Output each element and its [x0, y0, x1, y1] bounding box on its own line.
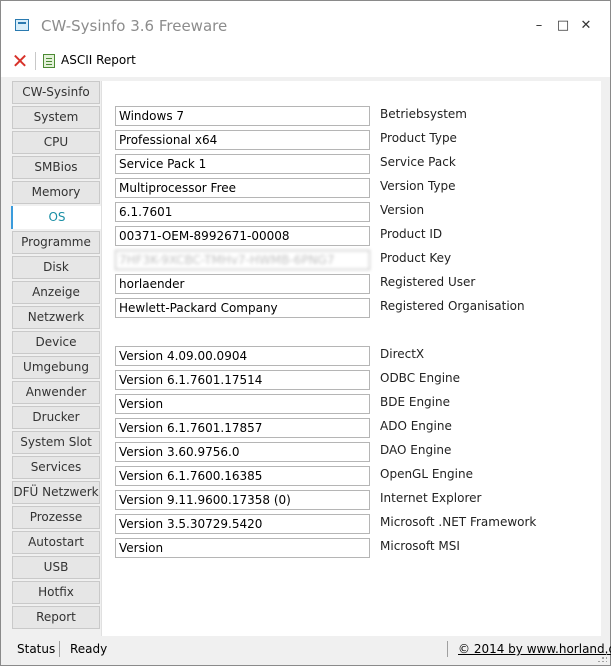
value-field[interactable]: horlaender [115, 274, 370, 294]
app-icon [15, 19, 29, 31]
tab-report[interactable]: Report [12, 606, 100, 629]
status-bar: Status Ready © 2014 by www.horland.de [1, 636, 611, 665]
info-row: 00371-OEM-8992671-00008 Product ID [115, 226, 595, 246]
info-row: 7HF3K-9XCBC-TMHv7-HWMB-6PNG7 Product Key [115, 250, 595, 270]
value-field[interactable]: Multiprocessor Free [115, 178, 370, 198]
value-field[interactable]: Service Pack 1 [115, 154, 370, 174]
info-row: Service Pack 1 Service Pack [115, 154, 595, 174]
value-field[interactable]: 6.1.7601 [115, 202, 370, 222]
info-row: Version Microsoft MSI [115, 538, 595, 558]
field-label: OpenGL Engine [380, 467, 473, 481]
value-field[interactable]: Version 6.1.7600.16385 [115, 466, 370, 486]
info-row: Version 3.5.30729.5420 Microsoft .NET Fra… [115, 514, 595, 534]
close-report-icon[interactable]: ✕ [10, 51, 30, 71]
field-label: DirectX [380, 347, 425, 361]
info-row: Professional x64 Product Type [115, 130, 595, 150]
field-label: Microsoft MSI [380, 539, 460, 553]
field-label: BDE Engine [380, 395, 450, 409]
info-row: horlaender Registered User [115, 274, 595, 294]
tab-os[interactable]: OS [11, 206, 102, 229]
field-label: Product Type [380, 131, 457, 145]
tab-memory[interactable]: Memory [12, 181, 100, 204]
info-row: Windows 7 Betriebsystem [115, 106, 595, 126]
tab-disk[interactable]: Disk [12, 256, 100, 279]
field-label: Betriebsystem [380, 107, 467, 121]
info-row: Version 6.1.7600.16385 OpenGL Engine [115, 466, 595, 486]
tab-system[interactable]: System [12, 106, 100, 129]
tab-services[interactable]: Services [12, 456, 100, 479]
tab-anwender[interactable]: Anwender [12, 381, 100, 404]
value-field[interactable]: 7HF3K-9XCBC-TMHv7-HWMB-6PNG7 [115, 250, 370, 270]
tab-prozesse[interactable]: Prozesse [12, 506, 100, 529]
value-field[interactable]: Version 6.1.7601.17857 [115, 418, 370, 438]
info-row: Version 6.1.7601.17857 ADO Engine [115, 418, 595, 438]
field-label: Product Key [380, 251, 452, 265]
category-tabs: CW-Sysinfo System CPU SMBios Memory OS Program… [11, 81, 102, 631]
title-bar[interactable]: CW-Sysinfo 3.6 Freeware – □ ✕ [1, 1, 610, 46]
field-label: DAO Engine [380, 443, 452, 457]
window-title: CW-Sysinfo 3.6 Freeware [41, 17, 228, 35]
tab-hotfix[interactable]: Hotfix [12, 581, 100, 604]
tab-smbios[interactable]: SMBios [12, 156, 100, 179]
report-icon [43, 54, 55, 68]
value-field[interactable]: Windows 7 [115, 106, 370, 126]
status-separator [447, 641, 448, 657]
os-info-panel: Windows 7 Betriebsystem Professional x64 Pr… [101, 81, 601, 636]
field-label: Internet Explorer [380, 491, 482, 505]
field-label: Microsoft .NET Framework [380, 515, 537, 529]
tab-usb[interactable]: USB [12, 556, 100, 579]
value-field[interactable]: Professional x64 [115, 130, 370, 150]
value-field[interactable]: Version [115, 538, 370, 558]
value-field[interactable]: Version 6.1.7601.17514 [115, 370, 370, 390]
status-label: Status [17, 642, 56, 656]
info-row: Version 3.60.9756.0 DAO Engine [115, 442, 595, 462]
value-field[interactable]: Hewlett-Packard Company [115, 298, 370, 318]
value-field[interactable]: Version 9.11.9600.17358 (0) [115, 490, 370, 510]
field-label: ADO Engine [380, 419, 452, 433]
status-value: Ready [70, 642, 108, 656]
value-field[interactable]: Version 4.09.00.0904 [115, 346, 370, 366]
app-window: CW-Sysinfo 3.6 Freeware – □ ✕ ✕ ASCII Re… [0, 0, 611, 666]
tab-df-netzwerk[interactable]: DFÜ Netzwerk [12, 481, 100, 504]
status-separator [59, 641, 60, 657]
info-row: Version 6.1.7601.17514 ODBC Engine [115, 370, 595, 390]
value-field[interactable]: Version 3.5.30729.5420 [115, 514, 370, 534]
tab-cpu[interactable]: CPU [12, 131, 100, 154]
info-row: Version 4.09.00.0904 DirectX [115, 346, 595, 366]
field-label: Service Pack [380, 155, 456, 169]
tab-system-slot[interactable]: System Slot [12, 431, 100, 454]
field-label: Version [380, 203, 425, 217]
tab-drucker[interactable]: Drucker [12, 406, 100, 429]
tab-netzwerk[interactable]: Netzwerk [12, 306, 100, 329]
copyright-link[interactable]: © 2014 by www.horland.de [458, 642, 611, 656]
value-field[interactable]: 00371-OEM-8992671-00008 [115, 226, 370, 246]
info-row: Multiprocessor Free Version Type [115, 178, 595, 198]
info-row: Version 9.11.9600.17358 (0) Internet Expl… [115, 490, 595, 510]
tab-cw-sysinfo[interactable]: CW-Sysinfo [12, 81, 100, 104]
value-field[interactable]: Version [115, 394, 370, 414]
field-label: Registered User [380, 275, 476, 289]
info-row: Version BDE Engine [115, 394, 595, 414]
tab-programme[interactable]: Programme [12, 231, 100, 254]
field-label: ODBC Engine [380, 371, 461, 385]
tab-anzeige[interactable]: Anzeige [12, 281, 100, 304]
info-row: Hewlett-Packard Company Registered Organi… [115, 298, 595, 318]
field-label: Version Type [380, 179, 456, 193]
tab-umgebung[interactable]: Umgebung [12, 356, 100, 379]
toolbar: ✕ ASCII Report [1, 46, 610, 77]
toolbar-separator [35, 52, 36, 70]
field-label: Registered Organisation [380, 299, 525, 313]
tab-device[interactable]: Device [12, 331, 100, 354]
info-row: 6.1.7601 Version [115, 202, 595, 222]
ascii-report-label: ASCII Report [61, 53, 136, 67]
value-field[interactable]: Version 3.60.9756.0 [115, 442, 370, 462]
tab-autostart[interactable]: Autostart [12, 531, 100, 554]
field-label: Product ID [380, 227, 443, 241]
close-button[interactable]: ✕ [572, 13, 600, 39]
